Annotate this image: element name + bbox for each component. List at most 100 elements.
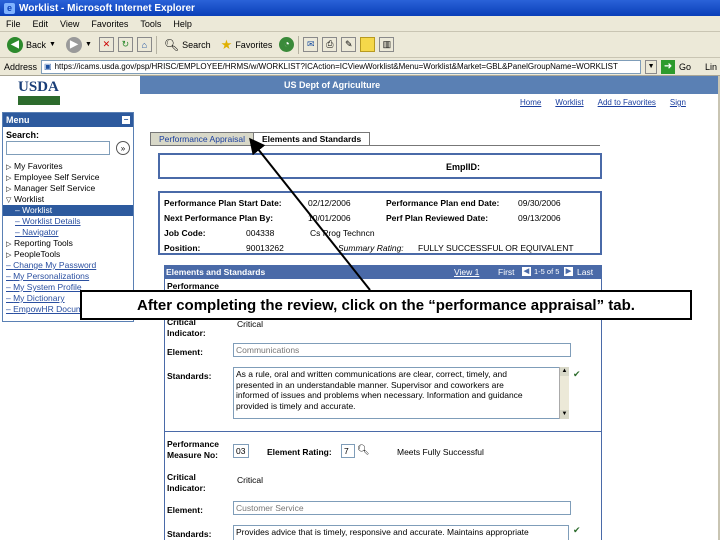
critical-indicator-label: Critical Indicator: [167, 472, 206, 493]
prev-arrow-icon[interactable]: ◀ [522, 267, 531, 276]
spell-check-icon[interactable]: ✔ [573, 369, 581, 380]
page-icon: ▣ [44, 61, 52, 71]
search-button[interactable]: 🔍︎ Search [161, 34, 214, 56]
main-content: Performance Appraisal Elements and Stand… [140, 112, 720, 540]
address-dropdown-icon[interactable]: ▼ [645, 59, 658, 74]
first-link[interactable]: First [498, 267, 515, 277]
reviewed-date-value: 09/13/2006 [518, 213, 561, 223]
back-arrow-icon: ◀ [7, 36, 23, 53]
tab-underline [150, 145, 600, 146]
menu-search-input[interactable] [6, 141, 110, 155]
instruction-callout: After completing the review, click on th… [80, 290, 692, 320]
menu-item-worklist-details[interactable]: – Worklist Details [3, 216, 133, 227]
back-dropdown-icon[interactable]: ▼ [49, 41, 56, 48]
banner-text: US Dept of Agriculture [284, 80, 381, 90]
menu-item-peopletools[interactable]: ▷ PeopleTools [3, 249, 133, 260]
home-link[interactable]: Home [520, 98, 541, 107]
back-button[interactable]: ◀ Back ▼ [4, 34, 59, 56]
element-label: Element: [167, 347, 203, 357]
menu-tools[interactable]: Tools [140, 19, 161, 29]
collapse-icon[interactable]: − [122, 116, 130, 124]
toolbar-separator [298, 35, 300, 54]
scroll-down-icon[interactable]: ▼ [560, 410, 569, 419]
next-arrow-icon[interactable]: ▶ [564, 267, 573, 276]
print-icon[interactable]: ⎙ [322, 37, 338, 52]
position-value: 90013262 [246, 243, 284, 253]
forward-dropdown-icon[interactable]: ▼ [85, 41, 92, 48]
menu-favorites[interactable]: Favorites [91, 19, 128, 29]
scroll-up-icon[interactable]: ▲ [560, 367, 569, 376]
go-arrow-icon[interactable]: ➜ [661, 59, 676, 74]
menu-item-my-favorites[interactable]: ▷ My Favorites [3, 161, 133, 172]
menu-item-worklist-folder[interactable]: ▽ Worklist [3, 194, 133, 205]
menu-help[interactable]: Help [173, 19, 192, 29]
menu-view[interactable]: View [60, 19, 79, 29]
toolbar-separator [155, 35, 157, 54]
menu-title: Menu [6, 115, 30, 125]
element-rating-field[interactable]: 7 [341, 444, 355, 458]
menu-item-manager-self-service[interactable]: ▷ Manager Self Service [3, 183, 133, 194]
tab-elements-and-standards[interactable]: Elements and Standards [253, 132, 371, 146]
next-plan-label: Next Performance Plan By: [164, 213, 274, 223]
standards-scrollbar[interactable]: ▲ ▼ [559, 367, 569, 419]
tab-performance-appraisal[interactable]: Performance Appraisal [150, 132, 254, 146]
note-icon[interactable] [360, 37, 376, 52]
menu-edit[interactable]: Edit [33, 19, 49, 29]
plan-start-label: Performance Plan Start Date: [164, 198, 282, 208]
back-label: Back [26, 39, 47, 50]
element-field[interactable]: Customer Service [233, 501, 571, 515]
range-text: 1-5 of 5 [534, 267, 560, 276]
critical-indicator-value: Critical [237, 319, 263, 329]
performance-measure-field[interactable]: 03 [233, 444, 249, 458]
worklist-link[interactable]: Worklist [555, 98, 583, 107]
favorites-button[interactable]: ★ Favorites [218, 34, 276, 56]
star-icon: ★ [220, 36, 233, 52]
rating-lookup-icon[interactable]: 🔍︎ [357, 445, 370, 456]
search-go-icon[interactable]: » [116, 141, 130, 155]
block-divider [165, 431, 601, 432]
critical-indicator-value: Critical [237, 475, 263, 485]
element-rating-label: Element Rating: [267, 447, 332, 457]
plan-end-value: 09/30/2006 [518, 198, 561, 208]
page-header: USDA US Dept of Agriculture Home Worklis… [0, 76, 720, 112]
view-all-link[interactable]: View 1 [454, 267, 479, 277]
research-icon[interactable]: ▥ [379, 37, 395, 52]
job-code-value: 004338 [246, 228, 275, 238]
stop-icon[interactable]: ✕ [98, 37, 114, 52]
menu-item-worklist[interactable]: – Worklist [3, 205, 133, 216]
forward-button[interactable]: ▶ ▼ [63, 34, 95, 56]
search-icon: 🔍︎ [163, 37, 180, 52]
menu-item-change-password[interactable]: – Change My Password [3, 260, 133, 271]
critical-indicator-label: Critical Indicator: [167, 317, 206, 338]
spell-check-icon[interactable]: ✔ [573, 525, 581, 536]
add-to-favorites-link[interactable]: Add to Favorites [598, 98, 656, 107]
plan-end-label: Performance Plan end Date: [386, 198, 500, 208]
go-button[interactable]: Go [679, 62, 691, 72]
standards-textarea[interactable]: Provides advice that is timely, responsi… [233, 525, 569, 540]
menu-item-reporting-tools[interactable]: ▷ Reporting Tools [3, 238, 133, 249]
forward-arrow-icon: ▶ [65, 36, 82, 53]
element-field[interactable]: Communications [233, 343, 571, 357]
last-link[interactable]: Last [577, 267, 593, 277]
history-icon[interactable]: ◔ [279, 37, 295, 52]
favorites-label: Favorites [235, 39, 273, 50]
standards-textarea[interactable]: As a rule, oral and written communicatio… [233, 367, 569, 419]
job-title-value: Cs Prog Techncn [310, 228, 375, 238]
menu-file[interactable]: File [6, 19, 21, 29]
address-input[interactable]: ▣ https://icams.usda.gov/psp/HRISC/EMPLO… [41, 59, 642, 74]
mail-icon[interactable]: ✉ [303, 37, 319, 52]
edit-icon[interactable]: ✎ [341, 37, 357, 52]
job-code-label: Job Code: [164, 228, 206, 238]
usda-logo-bar [18, 96, 60, 105]
menu-item-navigator[interactable]: – Navigator [3, 227, 133, 238]
performance-measure-label: Performance Measure No: [167, 439, 219, 460]
ie-icon: e [4, 2, 15, 14]
links-label[interactable]: Lin [705, 62, 717, 72]
refresh-icon[interactable]: ↻ [117, 37, 133, 52]
menu-item-my-personalizations[interactable]: – My Personalizations [3, 271, 133, 282]
home-icon[interactable]: ⌂ [136, 37, 152, 52]
browser-toolbar: ◀ Back ▼ ▶ ▼ ✕ ↻ ⌂ 🔍︎ Search ★ Favorites… [0, 32, 720, 58]
summary-rating-value: FULLY SUCCESSFUL OR EQUIVALENT [418, 243, 574, 253]
sign-out-link[interactable]: Sign [670, 98, 686, 107]
menu-item-employee-self-service[interactable]: ▷ Employee Self Service [3, 172, 133, 183]
